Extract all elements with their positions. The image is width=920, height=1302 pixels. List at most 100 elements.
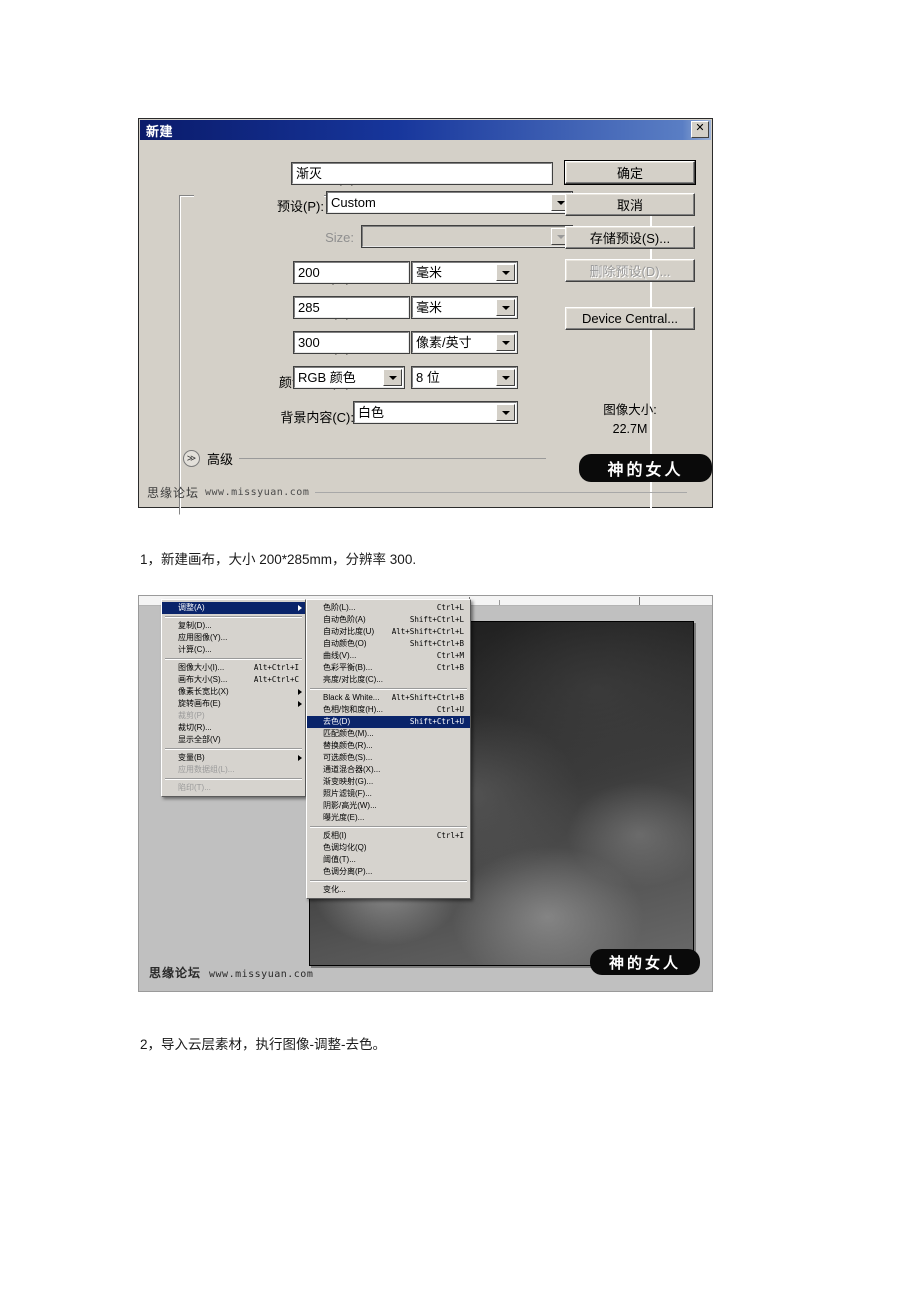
chevron-double-down-icon[interactable]: ≫ — [183, 450, 200, 467]
menu-item[interactable]: 匹配颜色(M)... — [307, 728, 470, 740]
resolution-unit-select[interactable]: 像素/英寸 — [411, 331, 518, 354]
menu-item[interactable]: 阴影/高光(W)... — [307, 800, 470, 812]
menu-item[interactable]: 自动对比度(U) Alt+Shift+Ctrl+L — [307, 626, 470, 638]
delete-preset-button: 删除预设(D)... — [565, 259, 695, 282]
cancel-button[interactable]: 取消 — [565, 193, 695, 216]
menu-item[interactable]: 通道混合器(X)... — [307, 764, 470, 776]
save-preset-button[interactable]: 存储预设(S)... — [565, 226, 695, 249]
width-unit-select[interactable]: 毫米 — [411, 261, 518, 284]
menu-item-accelerator: Alt+Shift+Ctrl+B — [391, 693, 464, 702]
menu-item-label: 色相/饱和度(H)... — [323, 705, 383, 714]
menu-item[interactable]: 亮度/对比度(C)... — [307, 674, 470, 686]
menu-item-label: 变量(B) — [178, 753, 205, 762]
size-label: Size: — [325, 230, 354, 245]
colormode-select[interactable]: RGB 颜色 — [293, 366, 405, 389]
menu-item[interactable]: 渐变映射(G)... — [307, 776, 470, 788]
ok-button[interactable]: 确定 — [564, 160, 696, 185]
menu-item-label: 变化... — [323, 885, 346, 894]
advanced-section[interactable]: ≫ 高级 — [183, 449, 548, 468]
menu-item[interactable]: 裁切(R)... — [162, 722, 305, 734]
preset-value: Custom — [331, 195, 376, 210]
menu-item-accelerator: Alt+Shift+Ctrl+L — [391, 627, 464, 636]
preset-select[interactable]: Custom — [326, 191, 573, 214]
close-icon[interactable]: ✕ — [691, 121, 709, 138]
menu-item-label: Black & White... — [323, 693, 380, 702]
menu-item[interactable]: 曲线(V)... Ctrl+M — [307, 650, 470, 662]
menu-item[interactable]: 色调均化(Q) — [307, 842, 470, 854]
menu-item[interactable]: 替换颜色(R)... — [307, 740, 470, 752]
watermark-divider — [315, 492, 687, 493]
menu-item[interactable]: 计算(C)... — [162, 644, 305, 656]
menu-item[interactable]: 像素长宽比(X) — [162, 686, 305, 698]
watermark: 思缘论坛 www.missyuan.com — [147, 484, 687, 501]
menu-item[interactable]: 应用图像(Y)... — [162, 632, 305, 644]
menu-item[interactable]: 色调分离(P)... — [307, 866, 470, 878]
menu-item-accelerator: Shift+Ctrl+U — [409, 717, 464, 726]
chevron-right-icon — [298, 755, 302, 761]
menu-item-label: 阈值(T)... — [323, 855, 356, 864]
menu-item-label: 去色(D) — [323, 717, 351, 726]
adjustments-submenu[interactable]: 色阶(L)... Ctrl+L 自动色阶(A) Shift+Ctrl+L 自动对比度(U… — [306, 599, 471, 899]
bitdepth-select[interactable]: 8 位 — [411, 366, 518, 389]
new-document-dialog: 新建 ✕ 名称(N): 渐灭 预设(P): Custom Size: 宽度(W)… — [138, 118, 713, 516]
chevron-down-icon[interactable] — [383, 369, 402, 386]
chevron-down-icon[interactable] — [496, 299, 515, 316]
resolution-input[interactable]: 300 — [293, 331, 410, 354]
advanced-divider — [239, 458, 546, 459]
watermark-forum-name: 思缘论坛 — [147, 486, 200, 500]
chevron-right-icon — [298, 701, 302, 707]
menu-item[interactable]: 图像大小(I)... Alt+Ctrl+I — [162, 662, 305, 674]
width-input[interactable]: 200 — [293, 261, 410, 284]
height-input[interactable]: 285 — [293, 296, 410, 319]
menu-item[interactable]: 自动颜色(O) Shift+Ctrl+B — [307, 638, 470, 650]
watermark-forum-name: 思缘论坛 — [149, 966, 202, 980]
chevron-right-icon — [298, 605, 302, 611]
menu-item[interactable]: 色阶(L)... Ctrl+L — [307, 602, 470, 614]
menu-item[interactable]: 变化... — [307, 884, 470, 896]
background-label: 背景内容(C): — [280, 410, 354, 425]
chevron-down-icon[interactable] — [496, 369, 515, 386]
menu-item[interactable]: 自动色阶(A) Shift+Ctrl+L — [307, 614, 470, 626]
menu-item-label: 曝光度(E)... — [323, 813, 365, 822]
watermark-url: www.missyuan.com — [209, 969, 314, 980]
menu-item[interactable]: 反相(I) Ctrl+I — [307, 830, 470, 842]
menu-item[interactable]: 调整(A) — [162, 602, 305, 614]
name-input[interactable]: 渐灭 — [291, 162, 553, 185]
height-unit-select[interactable]: 毫米 — [411, 296, 518, 319]
menu-item-label: 自动对比度(U) — [323, 627, 375, 636]
watermark: 思缘论坛 www.missyuan.com — [149, 964, 313, 981]
menu-item[interactable]: 旋转画布(E) — [162, 698, 305, 710]
menu-item[interactable]: 可选颜色(S)... — [307, 752, 470, 764]
menu-item[interactable]: 照片滤镜(F)... — [307, 788, 470, 800]
menu-item-label: 渐变映射(G)... — [323, 777, 374, 786]
chevron-down-icon[interactable] — [496, 264, 515, 281]
menu-item[interactable]: 曝光度(E)... — [307, 812, 470, 824]
watermark-url: www.missyuan.com — [205, 487, 310, 498]
resolution-unit-value: 像素/英寸 — [416, 335, 472, 350]
background-select[interactable]: 白色 — [353, 401, 518, 424]
chevron-down-icon[interactable] — [496, 334, 515, 351]
menu-item[interactable]: 色彩平衡(B)... Ctrl+B — [307, 662, 470, 674]
image-size-label: 图像大小: — [603, 403, 657, 417]
menu-item-accelerator: Alt+Ctrl+I — [253, 663, 299, 672]
menu-item[interactable]: 色相/饱和度(H)... Ctrl+U — [307, 704, 470, 716]
menu-item-accelerator: Ctrl+B — [436, 663, 464, 672]
image-menu[interactable]: 调整(A) 复制(D)... 应用图像(Y)... 计算(C)... 图像大小(I)..… — [161, 599, 306, 797]
menu-item-label: 自动色阶(A) — [323, 615, 366, 624]
menu-item[interactable]: 复制(D)... — [162, 620, 305, 632]
menu-item-label: 像素长宽比(X) — [178, 687, 229, 696]
menu-item[interactable]: 画布大小(S)... Alt+Ctrl+C — [162, 674, 305, 686]
device-central-button[interactable]: Device Central... — [565, 307, 695, 330]
chevron-down-icon[interactable] — [496, 404, 515, 421]
bitdepth-value: 8 位 — [416, 370, 440, 385]
menu-item[interactable]: 去色(D) Shift+Ctrl+U — [307, 716, 470, 728]
menu-item[interactable]: Black & White... Alt+Shift+Ctrl+B — [307, 692, 470, 704]
menu-item[interactable]: 变量(B) — [162, 752, 305, 764]
background-value: 白色 — [358, 405, 385, 420]
menu-item[interactable]: 阈值(T)... — [307, 854, 470, 866]
menu-item-accelerator: Ctrl+U — [436, 705, 464, 714]
menu-item-label: 照片滤镜(F)... — [323, 789, 372, 798]
menu-item-accelerator: Shift+Ctrl+B — [409, 639, 464, 648]
menu-item-label: 裁切(R)... — [178, 723, 212, 732]
menu-item[interactable]: 显示全部(V) — [162, 734, 305, 746]
